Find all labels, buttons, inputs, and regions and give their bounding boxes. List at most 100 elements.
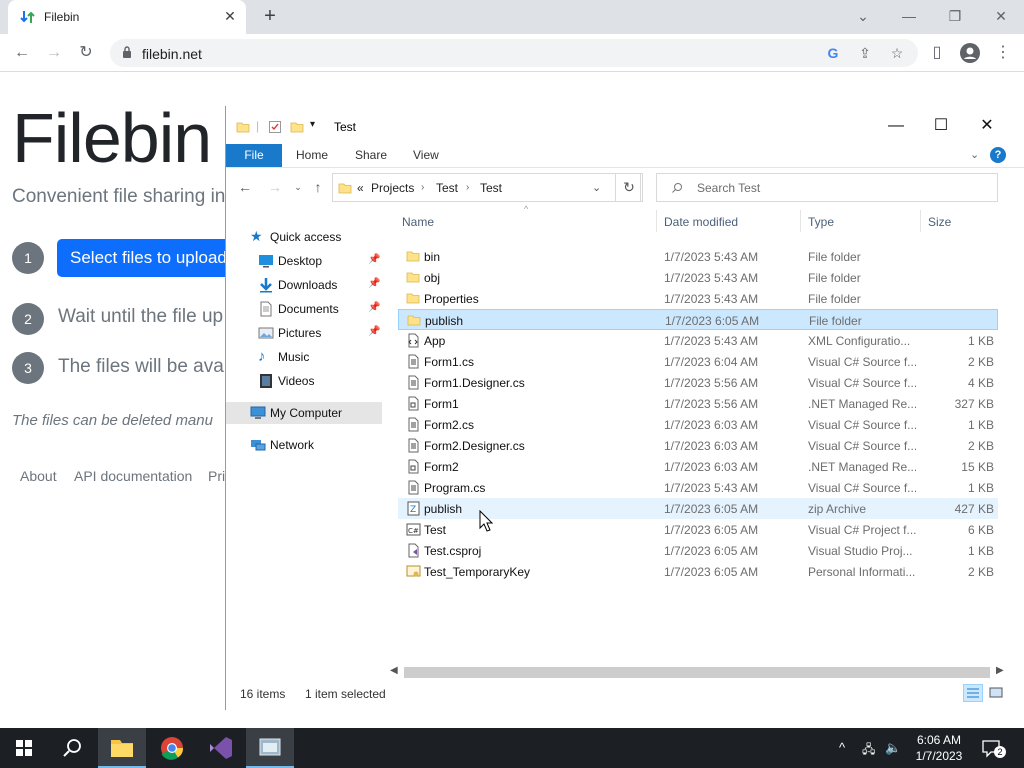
file-row[interactable]: Program.cs 1/7/2023 5:43 AM Visual C# Sour… [398, 477, 998, 498]
mouse-cursor-icon [479, 510, 493, 532]
ribbon-tabs: File Home Share View ⌄ ? [226, 144, 1024, 168]
file-type: Visual C# Source f... [808, 418, 916, 432]
new-folder-icon[interactable] [290, 120, 304, 134]
profile-avatar-icon[interactable] [960, 43, 980, 63]
scroll-right-icon[interactable]: ▶ [996, 665, 1004, 676]
close-icon[interactable]: ✕ [991, 6, 1011, 26]
tab-view[interactable]: View [413, 148, 439, 162]
address-bar[interactable]: filebin.net G ⇪ ☆ [110, 39, 918, 67]
tab-close-icon[interactable]: ✕ [222, 8, 238, 24]
recent-locations-icon[interactable]: ⌄ [289, 178, 307, 196]
visual-studio-icon[interactable] [196, 728, 244, 768]
api-docs-link[interactable]: API documentation [74, 468, 192, 484]
properties-icon[interactable] [268, 120, 282, 134]
file-row[interactable]: bin 1/7/2023 5:43 AM File folder [398, 246, 998, 267]
file-row[interactable]: Test_TemporaryKey 1/7/2023 6:05 AM Persona… [398, 561, 998, 582]
column-header-type[interactable]: Type [808, 215, 834, 229]
file-date: 1/7/2023 5:43 AM [664, 271, 759, 285]
system-clock[interactable]: 6:06 AM 1/7/2023 [912, 732, 966, 764]
file-row[interactable]: Form1.cs 1/7/2023 6:04 AM Visual C# Source… [398, 351, 998, 372]
about-link[interactable]: About [20, 468, 57, 484]
scrollbar-thumb[interactable] [404, 667, 990, 678]
explorer-close-icon[interactable]: ✕ [975, 116, 999, 136]
new-tab-button[interactable]: + [260, 6, 280, 26]
app-window-taskbar-icon[interactable] [246, 728, 294, 768]
windows-start-icon[interactable] [0, 728, 48, 768]
forward-icon[interactable]: → [43, 42, 65, 64]
breadcrumb-test-current[interactable]: Test [480, 181, 502, 195]
file-row[interactable]: publish 1/7/2023 6:05 AM File folder [398, 309, 998, 330]
nav-item-downloads[interactable]: Downloads 📌 [226, 274, 382, 296]
nav-item-my-computer[interactable]: My Computer [226, 402, 382, 424]
tab-search-icon[interactable]: ⌄ [853, 6, 873, 26]
explorer-back-icon[interactable]: ← [236, 178, 254, 196]
notifications-button[interactable]: 2 [980, 738, 1006, 760]
file-explorer-taskbar-icon[interactable] [98, 728, 146, 768]
refresh-icon[interactable]: ↻ [615, 173, 643, 202]
up-icon[interactable]: ↑ [309, 178, 327, 196]
file-row[interactable]: Form2.Designer.cs 1/7/2023 6:03 AM Visual … [398, 435, 998, 456]
breadcrumb-projects[interactable]: Projects [371, 181, 414, 195]
step-1-badge: 1 [12, 242, 44, 274]
share-icon[interactable]: ⇪ [856, 44, 874, 62]
file-name: Form1.cs [424, 355, 475, 369]
step-2-badge: 2 [12, 303, 44, 335]
tab-home[interactable]: Home [296, 148, 328, 162]
reload-icon[interactable]: ↻ [75, 42, 97, 64]
nav-item-desktop[interactable]: Desktop 📌 [226, 250, 382, 272]
scroll-left-icon[interactable]: ◀ [390, 665, 398, 676]
nav-item-quick-access[interactable]: ★ Quick access [226, 226, 382, 248]
nav-item-videos[interactable]: Videos [226, 370, 382, 392]
bookmark-star-icon[interactable]: ☆ [888, 44, 906, 62]
browser-menu-icon[interactable]: ⋮ [992, 42, 1014, 64]
certificate-icon [406, 565, 421, 577]
show-hidden-icons-icon[interactable]: ^ [839, 740, 845, 755]
nav-item-pictures[interactable]: Pictures 📌 [226, 322, 382, 344]
file-row[interactable]: Properties 1/7/2023 5:43 AM File folder [398, 288, 998, 309]
restore-icon[interactable]: ❐ [945, 6, 965, 26]
explorer-forward-icon[interactable]: → [266, 178, 284, 196]
tab-share[interactable]: Share [355, 148, 387, 162]
address-dropdown-icon[interactable]: ⌄ [592, 181, 601, 194]
file-row[interactable]: Form2 1/7/2023 6:03 AM .NET Managed Re... 1… [398, 456, 998, 477]
file-row[interactable]: Test.csproj 1/7/2023 6:05 AM Visual Studio… [398, 540, 998, 561]
nav-item-network[interactable]: Network [226, 434, 382, 456]
google-lens-icon[interactable]: G [824, 44, 842, 62]
file-date: 1/7/2023 6:03 AM [664, 418, 759, 432]
large-icons-view-icon[interactable] [986, 684, 1006, 702]
nav-item-music[interactable]: ♪ Music [226, 346, 382, 368]
breadcrumb-test[interactable]: Test [436, 181, 458, 195]
explorer-address-bar[interactable]: « Projects › Test › Test ⌄ [332, 173, 641, 202]
nav-label: Quick access [270, 230, 342, 244]
side-panel-icon[interactable]: ▯ [926, 42, 948, 64]
network-status-icon[interactable]: 🖧 [862, 740, 875, 761]
search-icon[interactable] [48, 728, 96, 768]
privacy-link[interactable]: Pri [208, 468, 225, 484]
file-type: Personal Informati... [808, 565, 916, 579]
select-files-button[interactable]: Select files to upload [57, 239, 237, 277]
chrome-icon[interactable] [148, 728, 196, 768]
help-icon[interactable]: ? [990, 147, 1006, 163]
explorer-minimize-icon[interactable]: — [884, 116, 908, 136]
explorer-maximize-icon[interactable]: ☐ [929, 116, 953, 136]
file-row[interactable]: obj 1/7/2023 5:43 AM File folder [398, 267, 998, 288]
browser-tab[interactable]: Filebin ✕ [8, 0, 246, 34]
horizontal-scrollbar[interactable]: ◀ ▶ [386, 664, 1008, 681]
file-row[interactable]: Form1.Designer.cs 1/7/2023 5:56 AM Visual … [398, 372, 998, 393]
column-header-size[interactable]: Size [928, 215, 951, 229]
volume-icon[interactable]: 🔈 [885, 740, 901, 756]
file-row[interactable]: Form1 1/7/2023 5:56 AM .NET Managed Re... 3… [398, 393, 998, 414]
details-view-icon[interactable] [963, 684, 983, 702]
nav-item-documents[interactable]: Documents 📌 [226, 298, 382, 320]
back-icon[interactable]: ← [11, 42, 33, 64]
minimize-icon[interactable]: — [899, 6, 919, 26]
file-row[interactable]: Form2.cs 1/7/2023 6:03 AM Visual C# Source… [398, 414, 998, 435]
customize-toolbar-icon[interactable]: ▾ [310, 119, 315, 130]
expand-ribbon-icon[interactable]: ⌄ [970, 148, 979, 161]
file-row[interactable]: App 1/7/2023 5:43 AM XML Configuratio... 1 … [398, 330, 998, 351]
explorer-search-input[interactable]: Search Test [656, 173, 998, 202]
breadcrumb-overflow[interactable]: « [357, 181, 364, 195]
tab-file[interactable]: File [226, 144, 282, 167]
column-header-name[interactable]: Name [402, 215, 434, 229]
column-header-date[interactable]: Date modified [664, 215, 738, 229]
